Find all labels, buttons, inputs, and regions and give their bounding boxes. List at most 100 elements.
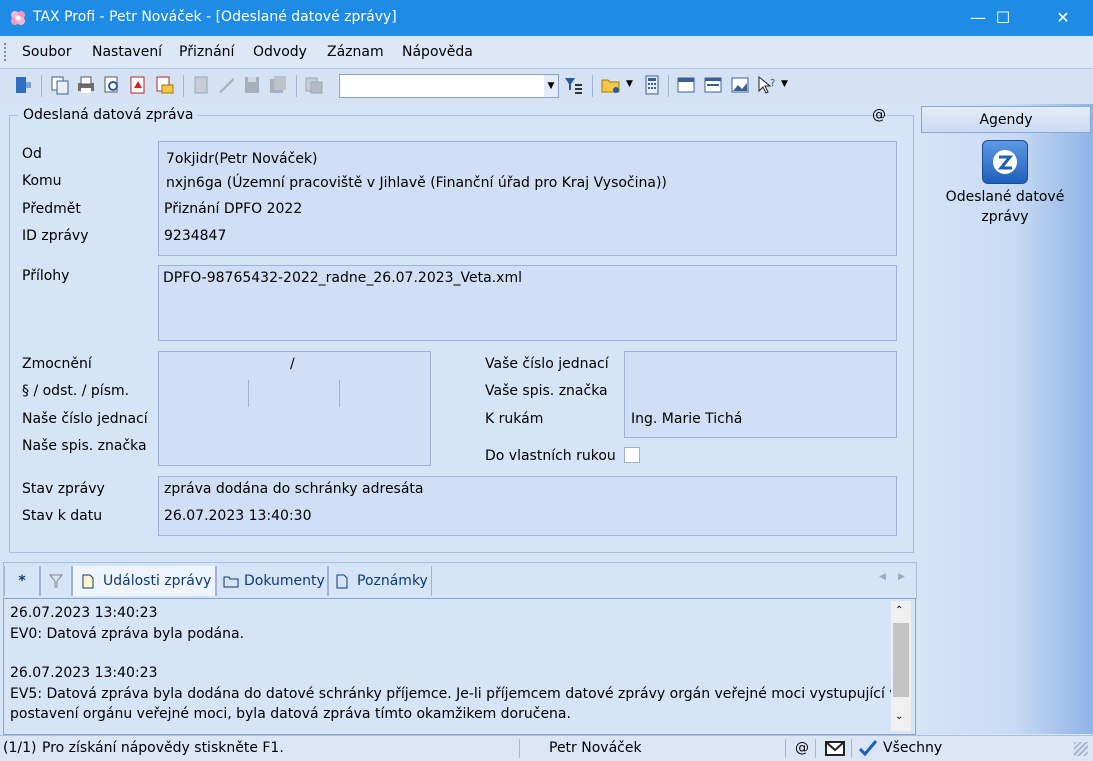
label-nase-spis: Naše spis. značka [22, 438, 147, 454]
print-icon[interactable] [75, 74, 97, 96]
label-paragraf: § / odst. / písm. [22, 383, 130, 399]
label-vase-cislo: Vaše číslo jednací [485, 356, 609, 372]
tab-dokumenty[interactable]: Dokumenty [216, 566, 328, 596]
status-at: @ [795, 740, 809, 756]
scroll-thumb[interactable] [893, 623, 909, 697]
app-flower-icon [11, 11, 25, 25]
paragraf-divider [339, 380, 340, 407]
title-bar: TAX Profi - Petr Nováček - [Odeslané dat… [0, 0, 1093, 36]
sent-messages-icon[interactable] [982, 140, 1028, 184]
at-symbol[interactable]: @ [872, 107, 886, 123]
window-title: TAX Profi - Petr Nováček - [Odeslané dat… [33, 9, 397, 25]
mail-icon[interactable] [825, 741, 845, 756]
value-stav-k-datu: 26.07.2023 13:40:30 [164, 508, 312, 524]
value-stav: zpráva dodána do schránky adresáta [164, 481, 424, 497]
value-k-rukam: Ing. Marie Tichá [631, 411, 743, 427]
label-prilohy: Přílohy [22, 268, 70, 284]
pdf-icon[interactable] [127, 74, 149, 96]
window-image-icon[interactable] [729, 74, 751, 96]
label-id: ID zprávy [22, 228, 89, 244]
value-predmet: Přiznání DPFO 2022 [164, 201, 303, 217]
dropdown-arrow-icon[interactable]: ▼ [626, 79, 633, 89]
menu-bar: Soubor Nastavení Přiznání Odvody Záznam … [0, 37, 1093, 69]
menu-grip [4, 43, 9, 61]
filter-list-icon[interactable] [562, 74, 584, 96]
event-text: EV5: Datová zpráva byla dodána do datové… [10, 686, 898, 702]
label-stav: Stav zprávy [22, 481, 105, 497]
scroll-up-icon[interactable]: ⌃ [895, 605, 903, 616]
tab-scroll-left-icon[interactable]: ◀ [879, 572, 886, 582]
toolbar: ▼ ▼ ? ▼ [0, 69, 1093, 103]
sent-messages-glyph-icon [993, 150, 1017, 174]
label-stav-k-datu: Stav k datu [22, 508, 103, 524]
status-user: Petr Nováček [549, 740, 642, 756]
menu-nastaveni[interactable]: Nastavení [92, 44, 162, 60]
event-text: postavení orgánu veřejné moci, byla dato… [10, 706, 571, 722]
new-record-icon[interactable] [190, 74, 212, 96]
tab-asterisk[interactable]: * [4, 566, 40, 596]
window-panel-icon[interactable] [702, 74, 724, 96]
event-text: EV0: Datová zpráva byla podána. [10, 626, 245, 642]
email-pdf-icon[interactable] [153, 74, 175, 96]
duplicate-icon[interactable] [303, 74, 325, 96]
label-vase-spis: Vaše spis. značka [485, 383, 608, 399]
folder-star-icon[interactable] [600, 74, 622, 96]
svg-text:?: ? [770, 78, 775, 89]
tab-scroll-right-icon[interactable]: ▶ [898, 572, 905, 582]
label-predmet: Předmět [22, 201, 81, 217]
tab-dokumenty-label: Dokumenty [244, 573, 325, 589]
save-icon[interactable] [241, 74, 263, 96]
menu-odvody[interactable]: Odvody [253, 44, 307, 60]
menu-napoveda[interactable]: Nápověda [402, 44, 473, 60]
status-divider [851, 739, 852, 758]
toolbar-separator [41, 75, 42, 97]
label-komu: Komu [22, 173, 62, 189]
tab-poznamky-label: Poznámky [357, 573, 428, 589]
status-help: Pro získání nápovědy stiskněte F1. [42, 740, 284, 756]
resize-grip-icon[interactable] [1074, 742, 1088, 756]
edit-brush-icon[interactable] [215, 74, 237, 96]
agenda-item-label[interactable]: Odeslané datové zprávy [930, 187, 1080, 227]
toolbar-separator [296, 75, 297, 97]
exit-door-icon[interactable] [12, 74, 34, 96]
copy-icon[interactable] [49, 74, 71, 96]
note-icon [336, 574, 348, 589]
window-layout-icon[interactable] [675, 74, 697, 96]
menu-priznani[interactable]: Přiznání [179, 44, 234, 60]
filter-combo[interactable]: ▼ [339, 74, 559, 98]
dropdown-arrow-icon[interactable]: ▼ [781, 79, 788, 89]
toolbar-separator [592, 75, 593, 97]
section-title: Odeslaná datová zpráva [18, 107, 199, 123]
close-button[interactable]: ✕ [1040, 0, 1086, 36]
status-divider [519, 739, 520, 758]
tab-poznamky[interactable]: Poznámky [328, 566, 432, 596]
agendy-header[interactable]: Agendy [921, 106, 1091, 133]
attachment-file[interactable]: DPFO-98765432-2022_radne_26.07.2023_Veta… [163, 270, 522, 286]
scroll-down-icon[interactable]: ⌄ [895, 711, 903, 722]
label-nase-cislo: Naše číslo jednací [22, 411, 148, 427]
do-vlastnich-checkbox[interactable] [624, 447, 640, 463]
menu-zaznam[interactable]: Záznam [327, 44, 384, 60]
help-cursor-icon[interactable]: ? [756, 74, 778, 96]
save-all-icon[interactable] [267, 74, 289, 96]
event-timestamp: 26.07.2023 13:40:23 [10, 665, 158, 681]
print-preview-icon[interactable] [101, 74, 123, 96]
events-scrollbar[interactable]: ⌃ ⌄ [891, 601, 911, 731]
value-id: 9234847 [164, 228, 227, 244]
maximize-button[interactable]: ☐ [980, 0, 1026, 36]
value-od: 7okjidr(Petr Nováček) [166, 151, 318, 167]
paragraf-divider [248, 380, 249, 407]
calculator-icon[interactable] [641, 74, 663, 96]
tab-filter[interactable] [40, 566, 72, 596]
document-icon [82, 574, 94, 589]
label-od: Od [22, 146, 42, 162]
menu-soubor[interactable]: Soubor [22, 44, 72, 60]
combo-arrow-icon[interactable]: ▼ [544, 75, 558, 97]
zmocneni-separator: / [290, 356, 295, 372]
status-counter: (1/1) [3, 740, 37, 756]
status-filter: Všechny [883, 740, 943, 756]
toolbar-separator [183, 75, 184, 97]
status-divider [815, 739, 816, 758]
tab-udalosti[interactable]: Události zprávy [72, 566, 216, 596]
checkmark-icon[interactable] [858, 739, 878, 757]
